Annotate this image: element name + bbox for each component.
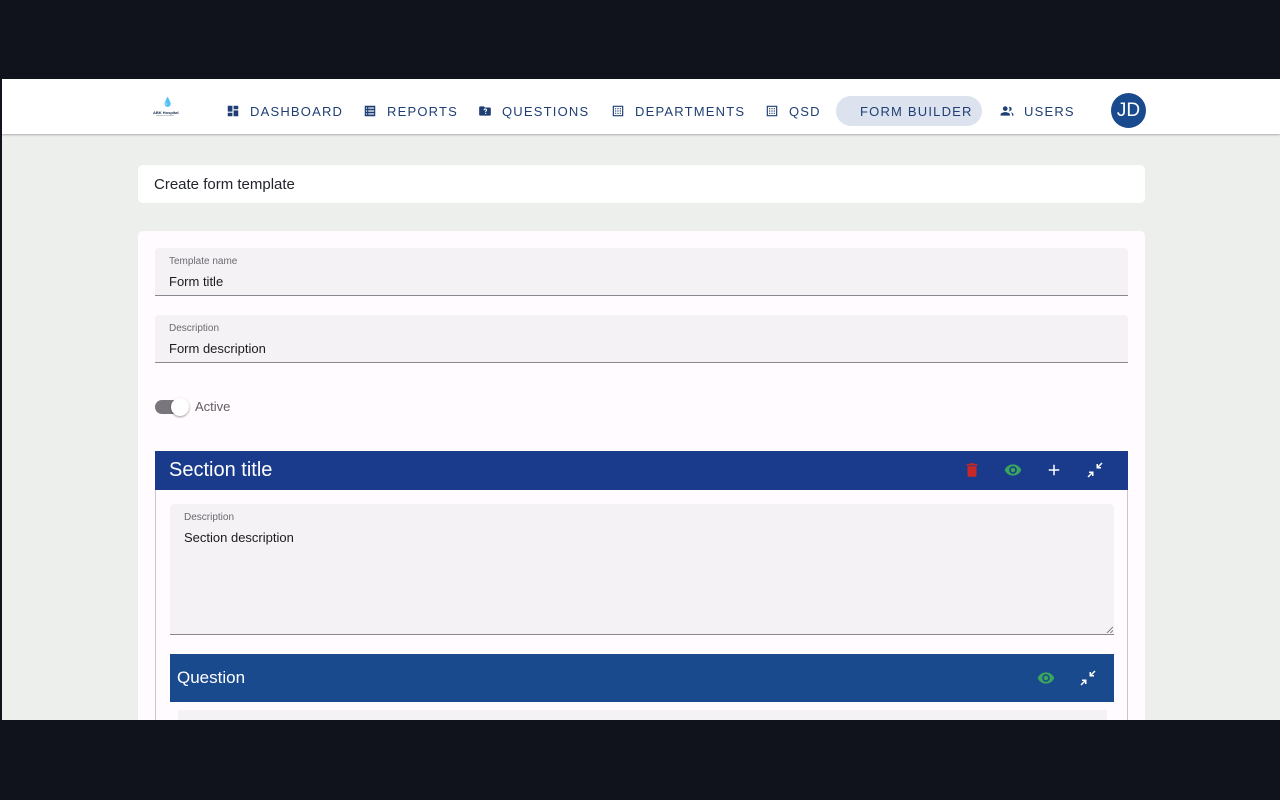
nav-item-questions[interactable]: QUESTIONS	[464, 96, 603, 126]
active-toggle-label: Active	[195, 399, 231, 414]
active-toggle[interactable]	[155, 398, 189, 416]
users-icon	[1000, 106, 1014, 116]
question-header: Question	[170, 654, 1114, 702]
collapse-section-button[interactable]	[1084, 459, 1106, 481]
nav-label-dashboard: DASHBOARD	[250, 103, 344, 119]
form-description-label: Description	[169, 323, 220, 334]
preview-question-button[interactable]	[1035, 667, 1057, 689]
nav-item-form-builder[interactable]: FORM BUILDER	[836, 96, 982, 126]
page-title: Create form template	[154, 175, 295, 193]
page-title-card: Create form template	[138, 165, 1145, 203]
add-question-button[interactable]	[1043, 459, 1065, 481]
collapse-icon	[1080, 670, 1096, 686]
template-name-label: Template name	[169, 256, 238, 267]
nav-label-questions: QUESTIONS	[502, 103, 590, 119]
preview-icon	[1037, 672, 1055, 684]
nav-item-reports[interactable]: REPORTS	[349, 96, 472, 126]
delete-section-button[interactable]	[961, 459, 983, 481]
hospital-logo[interactable]: 💧 ABK Hospital	[150, 96, 182, 120]
section-card: Section title Description Section descri…	[155, 451, 1128, 720]
collapse-question-button[interactable]	[1077, 667, 1099, 689]
nav-label-users: USERS	[1024, 103, 1075, 119]
grid-dots-icon	[766, 105, 778, 117]
collapse-icon	[1087, 462, 1103, 478]
section-description-field[interactable]: Description Section description	[170, 504, 1114, 635]
toggle-thumb	[171, 398, 189, 416]
nav-item-dashboard[interactable]: DASHBOARD	[212, 96, 357, 126]
logo-underline	[156, 115, 174, 116]
template-name-value: Form title	[169, 274, 224, 289]
form-description-field[interactable]: Description Form description	[155, 315, 1128, 363]
section-description-label: Description	[184, 512, 235, 523]
section-description-value: Section description	[184, 530, 294, 545]
logo-drop-icon: 💧	[162, 97, 174, 107]
nav-label-reports: REPORTS	[387, 103, 459, 119]
template-name-field[interactable]: Template name Form title	[155, 248, 1128, 296]
nav-item-departments[interactable]: DEPARTMENTS	[597, 96, 759, 126]
nav-item-users[interactable]: USERS	[986, 96, 1089, 126]
grid-dots-icon	[612, 105, 624, 117]
section-header: Section title	[155, 451, 1128, 490]
nav-label-departments: DEPARTMENTS	[635, 103, 746, 119]
nav-label-qsd: QSD	[789, 103, 821, 119]
nav-item-qsd[interactable]: QSD	[751, 96, 835, 126]
delete-icon	[966, 463, 978, 477]
form-card: Template name Form title Description For…	[138, 231, 1145, 720]
add-icon	[1048, 464, 1060, 476]
nav-label-form-builder: FORM BUILDER	[860, 103, 973, 119]
resize-handle-icon[interactable]	[1106, 626, 1113, 633]
section-title: Section title	[169, 459, 273, 481]
preview-icon	[1004, 464, 1022, 476]
folder-question-icon	[479, 106, 491, 116]
user-avatar[interactable]: JD	[1111, 93, 1146, 128]
list-icon	[364, 105, 376, 117]
form-description-value: Form description	[169, 341, 266, 356]
question-title: Question	[177, 668, 246, 687]
top-navigation-bar: 💧 ABK Hospital DASHBOARD REPORTS QUESTIO…	[2, 79, 1280, 134]
preview-section-button[interactable]	[1002, 459, 1024, 481]
question-input-field[interactable]	[178, 710, 1107, 720]
app-window: 💧 ABK Hospital DASHBOARD REPORTS QUESTIO…	[2, 79, 1280, 720]
dashboard-icon	[227, 105, 239, 117]
